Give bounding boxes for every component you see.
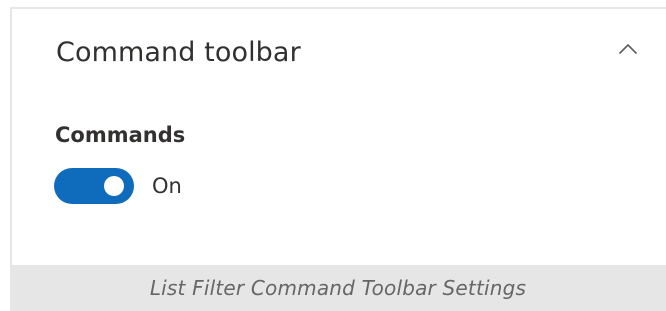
- section-title: Command toolbar: [56, 37, 301, 68]
- image-caption: List Filter Command Toolbar Settings: [10, 265, 666, 311]
- toggle-thumb: [104, 176, 124, 196]
- collapse-section-button[interactable]: [614, 35, 642, 63]
- toggle-state-label: On: [152, 174, 182, 198]
- commands-toggle[interactable]: [54, 168, 134, 204]
- section-header-command-toolbar[interactable]: Command toolbar: [12, 9, 666, 93]
- commands-toggle-row: On: [54, 166, 182, 206]
- chevron-up-icon: [614, 35, 642, 63]
- settings-panel: Command toolbar Commands On: [10, 7, 666, 265]
- caption-text: List Filter Command Toolbar Settings: [149, 276, 527, 300]
- commands-label: Commands: [55, 123, 186, 147]
